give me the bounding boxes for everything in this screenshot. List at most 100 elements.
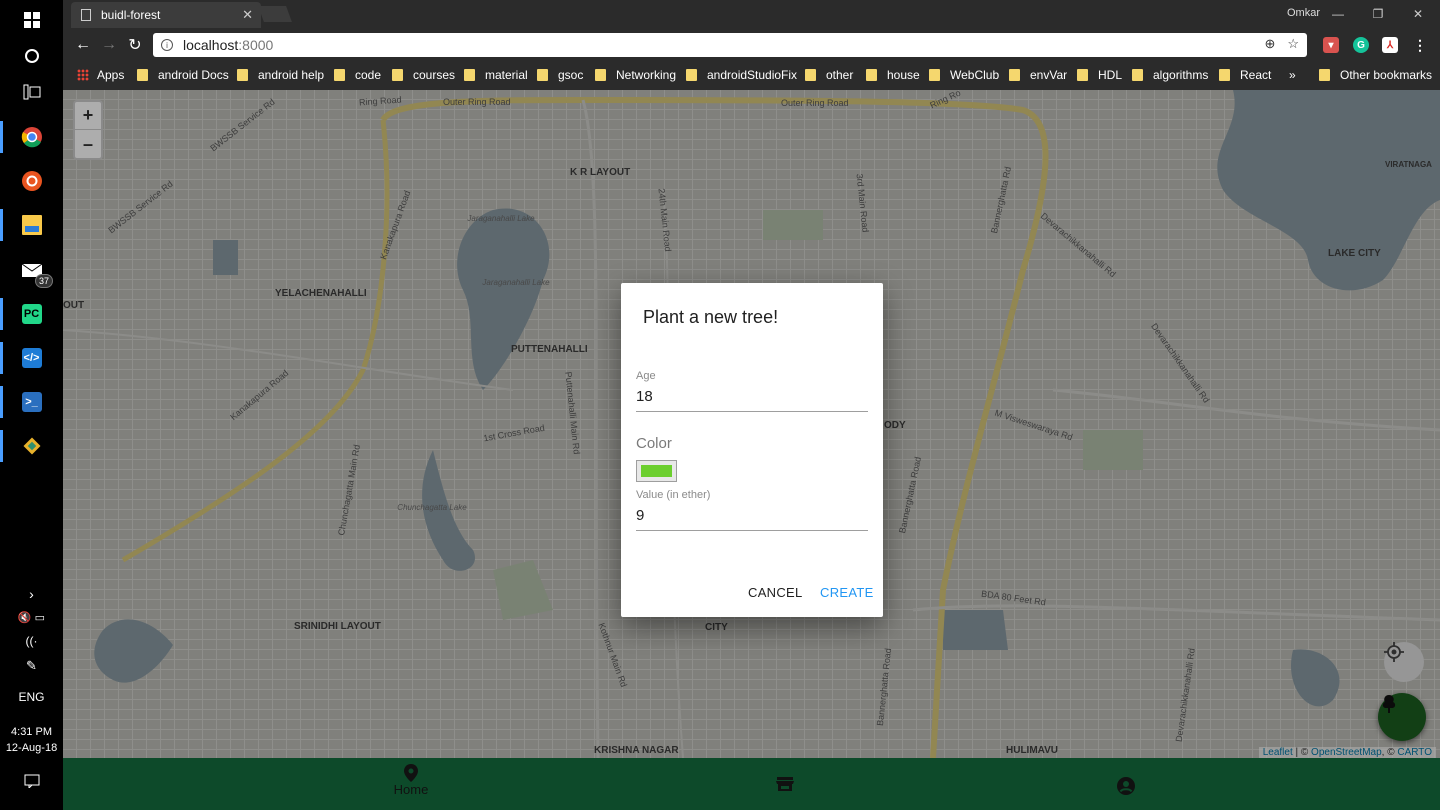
folder-icon xyxy=(805,69,816,81)
cancel-button[interactable]: CANCEL xyxy=(748,585,803,600)
language-indicator[interactable]: ENG xyxy=(0,690,63,704)
chrome-icon[interactable] xyxy=(0,117,63,157)
cortana-icon[interactable] xyxy=(0,36,63,76)
action-center-icon[interactable] xyxy=(0,774,63,791)
ubuntu-icon[interactable] xyxy=(0,161,63,201)
clock-time[interactable]: 4:31 PM xyxy=(0,726,63,738)
tab-buidl-forest[interactable]: buidl-forest ✕ xyxy=(71,2,261,28)
nav-home[interactable]: Home xyxy=(351,764,471,797)
apps-grid-icon xyxy=(77,69,89,81)
bookmark-apps[interactable]: Apps xyxy=(77,68,124,82)
bookmark-folder[interactable]: HDL xyxy=(1077,68,1122,82)
pdf-extension-icon[interactable]: ⅄ xyxy=(1382,37,1398,53)
bookmark-folder[interactable]: code xyxy=(334,68,381,82)
pycharm-icon[interactable]: PC xyxy=(0,294,63,334)
folder-icon xyxy=(1319,69,1330,81)
new-tab-button[interactable] xyxy=(258,6,292,22)
git-icon[interactable] xyxy=(0,426,63,466)
url-port: :8000 xyxy=(238,37,274,53)
pocket-extension-icon[interactable]: ▾ xyxy=(1323,37,1339,53)
mail-badge: 37 xyxy=(34,274,53,288)
bookmark-folder[interactable]: other xyxy=(805,68,853,82)
folder-icon xyxy=(334,69,345,81)
tray-expand-icon[interactable]: › xyxy=(0,586,63,602)
grammarly-extension-icon[interactable]: G xyxy=(1353,37,1369,53)
folder-icon xyxy=(464,69,475,81)
wifi-icon[interactable]: ((· xyxy=(0,634,63,648)
url-host: localhost xyxy=(183,37,239,53)
folder-icon xyxy=(1132,69,1143,81)
color-swatch-fill xyxy=(641,465,672,477)
volume-battery-icons[interactable]: 🔇 ▭ xyxy=(0,611,63,624)
profile-name[interactable]: Omkar xyxy=(1287,7,1320,19)
close-tab-icon[interactable]: ✕ xyxy=(242,7,253,23)
clock-date[interactable]: 12-Aug-18 xyxy=(0,742,63,754)
browser-window: buidl-forest ✕ Omkar — ❐ ✕ ← → ↻ i local… xyxy=(63,0,1440,810)
location-icon[interactable]: ⊕ xyxy=(1264,36,1275,52)
other-bookmarks[interactable]: Other bookmarks xyxy=(1319,68,1432,82)
bookmark-folder[interactable]: courses xyxy=(392,68,455,82)
reload-icon[interactable]: ↻ xyxy=(125,35,145,55)
close-window-icon[interactable]: ✕ xyxy=(1398,0,1438,28)
folder-icon xyxy=(1077,69,1088,81)
restore-icon[interactable]: ❐ xyxy=(1358,0,1398,28)
forward-icon[interactable]: → xyxy=(99,35,119,55)
browser-toolbar: ← → ↻ i localhost:8000 ⊕ ☆ ▾ G ⅄ ⋮ xyxy=(63,30,1440,60)
site-info-icon[interactable]: i xyxy=(161,39,173,51)
address-bar[interactable]: i localhost:8000 ⊕ ☆ xyxy=(153,33,1307,57)
nav-account[interactable] xyxy=(1066,776,1186,796)
folder-icon xyxy=(237,69,248,81)
pen-icon[interactable]: ✎ xyxy=(0,658,63,674)
page-icon xyxy=(81,9,91,21)
tab-title: buidl-forest xyxy=(101,8,161,22)
color-picker[interactable] xyxy=(636,460,677,482)
folder-icon xyxy=(686,69,697,81)
map-view[interactable]: K R LAYOUT YELACHENAHALLI PUTTENAHALLI L… xyxy=(63,90,1440,758)
windows-start-icon[interactable] xyxy=(0,0,63,40)
minimize-icon[interactable]: — xyxy=(1318,0,1358,28)
value-label: Value (in ether) xyxy=(636,489,711,501)
windows-taskbar: 37 PC </> >_ › 🔇 ▭ ((· ✎ ENG 4:31 PM 12-… xyxy=(0,0,63,810)
bookmark-folder[interactable]: house xyxy=(866,68,920,82)
task-view-icon[interactable] xyxy=(0,72,63,112)
folder-icon xyxy=(137,69,148,81)
folder-icon xyxy=(392,69,403,81)
value-input[interactable]: 9 xyxy=(636,507,868,531)
bookmark-folder[interactable]: WebClub xyxy=(929,68,999,82)
file-explorer-icon[interactable] xyxy=(0,205,63,245)
bookmark-folder[interactable]: gsoc xyxy=(537,68,583,82)
folder-icon xyxy=(595,69,606,81)
bottom-navigation: Home xyxy=(63,758,1440,810)
dialog-title: Plant a new tree! xyxy=(643,307,779,327)
bookmark-folder[interactable]: algorithms xyxy=(1132,68,1208,82)
create-button[interactable]: CREATE xyxy=(820,585,874,600)
bookmark-folder[interactable]: material xyxy=(464,68,528,82)
bookmarks-overflow-button[interactable]: » xyxy=(1289,68,1296,82)
folder-icon xyxy=(929,69,940,81)
bookmark-folder[interactable]: android help xyxy=(237,68,324,82)
back-icon[interactable]: ← xyxy=(73,35,93,55)
age-label: Age xyxy=(636,370,656,382)
menu-icon[interactable]: ⋮ xyxy=(1412,37,1428,53)
bookmark-star-icon[interactable]: ☆ xyxy=(1287,36,1299,52)
folder-icon xyxy=(537,69,548,81)
color-label: Color xyxy=(636,435,672,452)
nav-store[interactable] xyxy=(725,776,845,792)
folder-icon xyxy=(1009,69,1020,81)
folder-icon xyxy=(1219,69,1230,81)
powershell-icon[interactable]: >_ xyxy=(0,382,63,422)
tab-strip: buidl-forest ✕ Omkar — ❐ ✕ xyxy=(63,0,1440,30)
account-icon xyxy=(1117,777,1135,795)
store-icon xyxy=(776,777,794,791)
bookmark-folder[interactable]: React xyxy=(1219,68,1271,82)
bookmark-folder[interactable]: envVar xyxy=(1009,68,1067,82)
vscode-icon[interactable]: </> xyxy=(0,338,63,378)
bookmark-folder[interactable]: Networking xyxy=(595,68,676,82)
plant-tree-dialog: Plant a new tree! Age 18 Color Value (in… xyxy=(621,283,883,617)
nav-home-label: Home xyxy=(393,782,429,797)
mail-icon[interactable]: 37 xyxy=(0,250,63,290)
age-input[interactable]: 18 xyxy=(636,388,868,412)
bookmark-folder[interactable]: android Docs xyxy=(137,68,229,82)
bookmarks-bar: Apps android Docs android help code cour… xyxy=(63,60,1440,90)
bookmark-folder[interactable]: androidStudioFix xyxy=(686,68,797,82)
